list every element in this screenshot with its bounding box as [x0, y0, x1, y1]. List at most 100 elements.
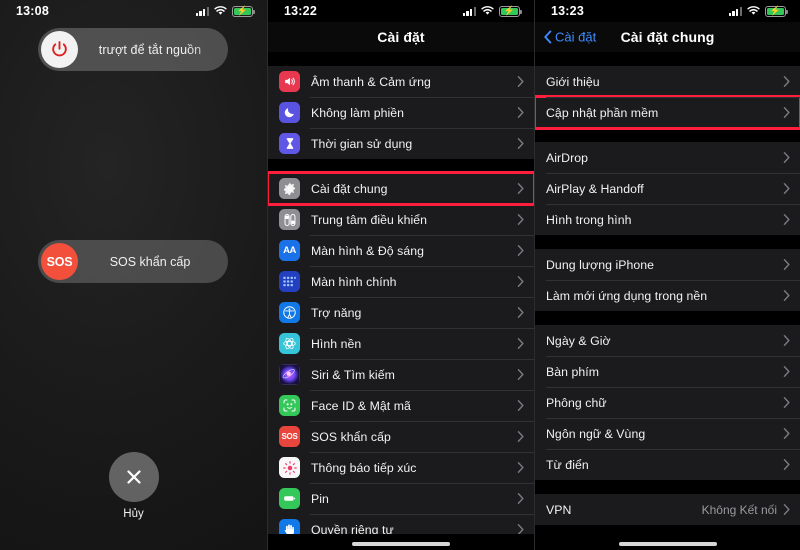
section-gap: [535, 480, 800, 494]
row-label: Thời gian sử dụng: [311, 136, 413, 151]
chevron-right-icon: [517, 138, 524, 149]
settings-row[interactable]: Siri & Tìm kiếm: [268, 359, 534, 390]
general-row[interactable]: Ngôn ngữ & Vùng: [535, 418, 800, 449]
row-label: Trợ năng: [311, 305, 362, 320]
general-row[interactable]: Giới thiệu: [535, 66, 800, 97]
settings-row[interactable]: Face ID & Mật mã: [268, 390, 534, 421]
settings-row[interactable]: Thông báo tiếp xúc: [268, 452, 534, 483]
settings-row[interactable]: Trung tâm điều khiển: [268, 204, 534, 235]
general-row[interactable]: Phông chữ: [535, 387, 800, 418]
settings-row[interactable]: Trợ năng: [268, 297, 534, 328]
speaker-icon: [279, 71, 300, 92]
home-indicator[interactable]: [352, 542, 450, 546]
row-label: Cập nhật phần mềm: [546, 105, 659, 120]
slide-for-emergency-sos[interactable]: SOS SOS khẩn cấp: [38, 240, 228, 283]
section-gap: [535, 128, 800, 142]
sliders-icon: [279, 209, 300, 230]
chevron-right-icon: [517, 107, 524, 118]
chevron-right-icon: [783, 152, 790, 163]
settings-row[interactable]: Âm thanh & Cảm ứng: [268, 66, 534, 97]
chevron-right-icon: [517, 462, 524, 473]
row-label: Hình trong hình: [546, 212, 632, 227]
slide-to-power-off[interactable]: trượt để tắt nguồn: [38, 28, 228, 71]
chevron-right-icon: [517, 76, 524, 87]
row-label: Face ID & Mật mã: [311, 398, 411, 413]
chevron-right-icon: [517, 214, 524, 225]
cancel-button[interactable]: [108, 452, 159, 502]
chevron-right-icon: [783, 183, 790, 194]
chevron-right-icon: [517, 245, 524, 256]
row-label: Từ điển: [546, 457, 589, 472]
chevron-right-icon: [517, 431, 524, 442]
sos-icon: SOS: [41, 243, 78, 280]
aa-icon: AA: [279, 240, 300, 261]
row-label: Hình nền: [311, 336, 362, 351]
row-label: Bàn phím: [546, 364, 600, 379]
settings-group: Ngày & Giờ Bàn phím Phông chữ Ngôn ngữ & Vù…: [535, 325, 800, 480]
general-row[interactable]: Làm mới ứng dụng trong nền: [535, 280, 800, 311]
battery-charging-icon: ⚡: [499, 5, 522, 17]
row-value: Không Kết nối: [701, 502, 777, 517]
row-label: Siri & Tìm kiếm: [311, 367, 395, 382]
cancel-label: Hủy: [123, 508, 144, 520]
general-row[interactable]: Từ điển: [535, 449, 800, 480]
general-row[interactable]: AirPlay & Handoff: [535, 173, 800, 204]
general-row[interactable]: Dung lượng iPhone: [535, 249, 800, 280]
wifi-icon: [481, 6, 494, 16]
signal-bars-icon: [195, 6, 209, 16]
settings-group: Dung lượng iPhone Làm mới ứng dụng trong …: [535, 249, 800, 311]
settings-row[interactable]: SOS SOS khẩn cấp: [268, 421, 534, 452]
settings-group: VPN Không Kết nối: [535, 494, 800, 525]
wifi-icon: [214, 6, 227, 16]
chevron-right-icon: [517, 276, 524, 287]
sos-icon: SOS: [279, 426, 300, 447]
battery-icon: [279, 488, 300, 509]
general-row[interactable]: Cập nhật phần mềm: [535, 95, 800, 130]
general-row[interactable]: Hình trong hình: [535, 204, 800, 235]
settings-row[interactable]: Hình nền: [268, 328, 534, 359]
general-row[interactable]: AirDrop: [535, 142, 800, 173]
chevron-right-icon: [783, 397, 790, 408]
exposure-icon: [279, 457, 300, 478]
home-indicator[interactable]: [618, 542, 717, 546]
chevron-right-icon: [783, 504, 790, 515]
status-bar-power: 13:08 ⚡: [0, 0, 267, 22]
chevron-right-icon: [517, 369, 524, 380]
general-row[interactable]: Bàn phím: [535, 356, 800, 387]
moon-icon: [279, 102, 300, 123]
row-label: Màn hình & Độ sáng: [311, 243, 425, 258]
general-settings-screen: 13:23 ⚡ Cài đặt Cài đặt chung Giới thiệu…: [534, 0, 800, 550]
settings-row[interactable]: Pin: [268, 483, 534, 514]
chevron-right-icon: [517, 307, 524, 318]
chevron-left-icon: [544, 30, 552, 44]
wifi-icon: [747, 6, 760, 16]
chevron-right-icon: [783, 366, 790, 377]
row-label: Ngày & Giờ: [546, 333, 611, 348]
section-gap: [535, 235, 800, 249]
chevron-right-icon: [517, 400, 524, 411]
battery-charging-icon: ⚡: [232, 5, 255, 17]
back-button[interactable]: Cài đặt: [544, 30, 596, 45]
grid-icon: [279, 271, 300, 292]
status-time: 13:08: [16, 4, 49, 18]
cancel-area: Hủy: [0, 452, 267, 520]
general-row[interactable]: VPN Không Kết nối: [535, 494, 800, 525]
settings-group: Giới thiệu Cập nhật phần mềm: [535, 66, 800, 130]
settings-row[interactable]: Cài đặt chung: [268, 171, 534, 206]
settings-row[interactable]: Thời gian sử dụng: [268, 128, 534, 159]
settings-row[interactable]: Không làm phiền: [268, 97, 534, 128]
status-time: 13:23: [551, 4, 584, 18]
page-title: Cài đặt: [377, 29, 425, 45]
wallpaper-icon: [279, 333, 300, 354]
emergency-sos-label: SOS khẩn cấp: [109, 254, 191, 269]
page-title: Cài đặt chung: [620, 29, 715, 45]
chevron-right-icon: [783, 214, 790, 225]
chevron-right-icon: [783, 428, 790, 439]
general-row[interactable]: Ngày & Giờ: [535, 325, 800, 356]
row-label: Giới thiệu: [546, 74, 600, 89]
status-indicators: ⚡: [195, 5, 255, 17]
row-label: AirDrop: [546, 150, 589, 165]
settings-row[interactable]: AA Màn hình & Độ sáng: [268, 235, 534, 266]
gear-icon: [279, 178, 300, 199]
settings-row[interactable]: Màn hình chính: [268, 266, 534, 297]
